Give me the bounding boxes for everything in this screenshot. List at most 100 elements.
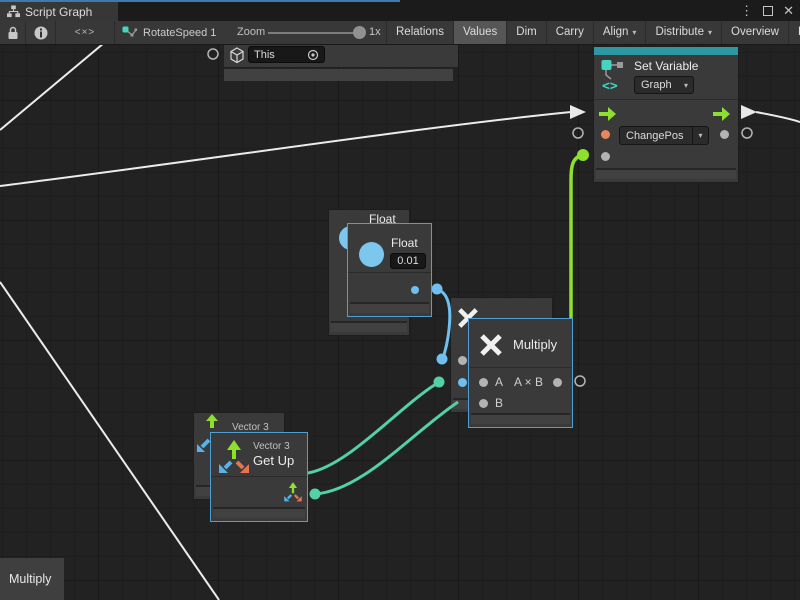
relation-wire: [0, 112, 571, 186]
wire-end: [437, 354, 448, 365]
node-title: Get Up: [253, 453, 294, 468]
tab-script-graph[interactable]: Script Graph: [0, 2, 118, 21]
wire-end: [434, 377, 445, 388]
svg-text:<>: <>: [602, 79, 618, 91]
output-port[interactable]: [720, 130, 729, 139]
input-port[interactable]: [458, 356, 467, 365]
flow-arrowhead: [570, 105, 586, 119]
code-icon: <×>: [75, 27, 96, 38]
close-icon[interactable]: ✕: [783, 0, 794, 21]
node-title: Multiply: [0, 572, 51, 586]
maximize-icon[interactable]: [763, 6, 773, 16]
info-icon: [34, 26, 48, 40]
relation-wire: [756, 112, 800, 122]
menu-kebab-icon[interactable]: ⋮: [740, 0, 753, 21]
tab-bar: Script Graph ⋮ ✕: [0, 0, 800, 21]
vector3-sw-arrow-icon: [197, 438, 211, 452]
input-a-port[interactable]: [479, 378, 488, 387]
zoom-value: 1x: [369, 21, 381, 44]
graph-toolbar: <×> RotateSpeed 1 Zoom 1x Relations Valu…: [0, 21, 800, 45]
output-port[interactable]: [553, 378, 562, 387]
float-node[interactable]: Float 0.01: [347, 223, 432, 317]
variable-scope-dropdown[interactable]: Graph ▾: [634, 76, 694, 94]
vector-wire: [308, 384, 436, 473]
variable-name-port[interactable]: [601, 130, 610, 139]
graph-canvas[interactable]: Float Vector 3: [0, 45, 800, 600]
output-label: A × B: [514, 375, 543, 389]
set-variable-node[interactable]: <> Set Variable Graph ▾ ChangePos ▾: [593, 46, 739, 183]
relations-button[interactable]: Relations: [386, 21, 453, 44]
lock-icon: [7, 26, 19, 40]
flow-out-port[interactable]: [713, 107, 730, 121]
input-a-label: A: [495, 375, 503, 389]
node-footer: [471, 413, 570, 424]
carry-button[interactable]: Carry: [546, 21, 593, 44]
input-b-label: B: [495, 396, 503, 410]
unconnected-port[interactable]: [742, 128, 752, 138]
input-b-port[interactable]: [479, 399, 488, 408]
set-variable-icon: <>: [601, 59, 627, 91]
zoom-label: Zoom: [237, 21, 265, 44]
lock-button[interactable]: [0, 21, 26, 44]
wire-end: [432, 284, 443, 295]
unconnected-port[interactable]: [208, 49, 218, 59]
hierarchy-icon: [7, 5, 20, 18]
get-up-node[interactable]: Vector 3 Get Up: [210, 432, 308, 522]
node-subtitle: Vector 3: [253, 441, 290, 452]
float-output-port[interactable]: [411, 286, 419, 294]
cube-icon: [229, 47, 245, 64]
input-port-float[interactable]: [458, 378, 467, 387]
vector-wire: [315, 402, 458, 494]
flow-wire-green: [571, 155, 583, 327]
divider: [348, 272, 431, 273]
graph-name: RotateSpeed 1: [143, 27, 216, 39]
gameobject-field[interactable]: This: [248, 46, 325, 63]
node-footer: [331, 321, 407, 332]
variable-accent-bar: [594, 47, 738, 55]
unconnected-port[interactable]: [575, 376, 585, 386]
toolbar-buttons: Relations Values Dim Carry Align▾ Distri…: [386, 21, 800, 44]
info-button[interactable]: [26, 21, 56, 44]
graph-breadcrumb[interactable]: RotateSpeed 1: [122, 21, 216, 44]
code-view-button[interactable]: <×>: [56, 21, 115, 44]
wire-end: [577, 149, 589, 161]
zoom-slider-track[interactable]: [268, 32, 358, 34]
flow-in-port[interactable]: [599, 107, 616, 121]
tab-label: Script Graph: [25, 5, 92, 19]
this-node-footer: [224, 69, 453, 81]
float-icon: [359, 242, 384, 267]
fullscreen-button[interactable]: Full Screen: [788, 21, 800, 44]
float-wire: [437, 289, 450, 359]
value-input-port[interactable]: [601, 152, 610, 161]
float-value-field[interactable]: 0.01: [390, 253, 426, 269]
vector3-up-arrow-icon: [205, 414, 219, 429]
overview-button[interactable]: Overview: [721, 21, 788, 44]
chevron-down-icon: ▾: [684, 81, 693, 90]
vector3-icon: [217, 438, 251, 474]
values-button[interactable]: Values: [453, 21, 506, 44]
chevron-down-icon: ▾: [708, 21, 712, 44]
node-title: Multiply: [513, 337, 557, 352]
multiply-node[interactable]: Multiply A A × B B: [468, 318, 573, 428]
divider: [594, 99, 738, 100]
target-picker-icon[interactable]: [307, 49, 319, 61]
this-node[interactable]: This: [224, 45, 458, 67]
distribute-button[interactable]: Distribute▾: [645, 21, 721, 44]
divider: [211, 476, 307, 477]
divider: [469, 367, 572, 368]
zoom-slider-knob[interactable]: [353, 26, 366, 39]
vector3-output-port[interactable]: [283, 481, 303, 502]
multiply-icon: [479, 333, 503, 357]
dim-button[interactable]: Dim: [506, 21, 545, 44]
unconnected-port[interactable]: [573, 128, 583, 138]
window-controls: ⋮ ✕: [740, 0, 798, 21]
chevron-down-icon[interactable]: ▾: [692, 127, 708, 144]
variable-name-dropdown[interactable]: ChangePos ▾: [619, 126, 709, 145]
relation-wire: [0, 282, 219, 600]
field-value: This: [254, 49, 307, 61]
align-button[interactable]: Align▾: [593, 21, 646, 44]
node-footer: [596, 168, 736, 179]
node-footer: [350, 302, 429, 313]
multiply-node-cut[interactable]: Multiply: [0, 558, 64, 600]
wire-end: [310, 489, 321, 500]
